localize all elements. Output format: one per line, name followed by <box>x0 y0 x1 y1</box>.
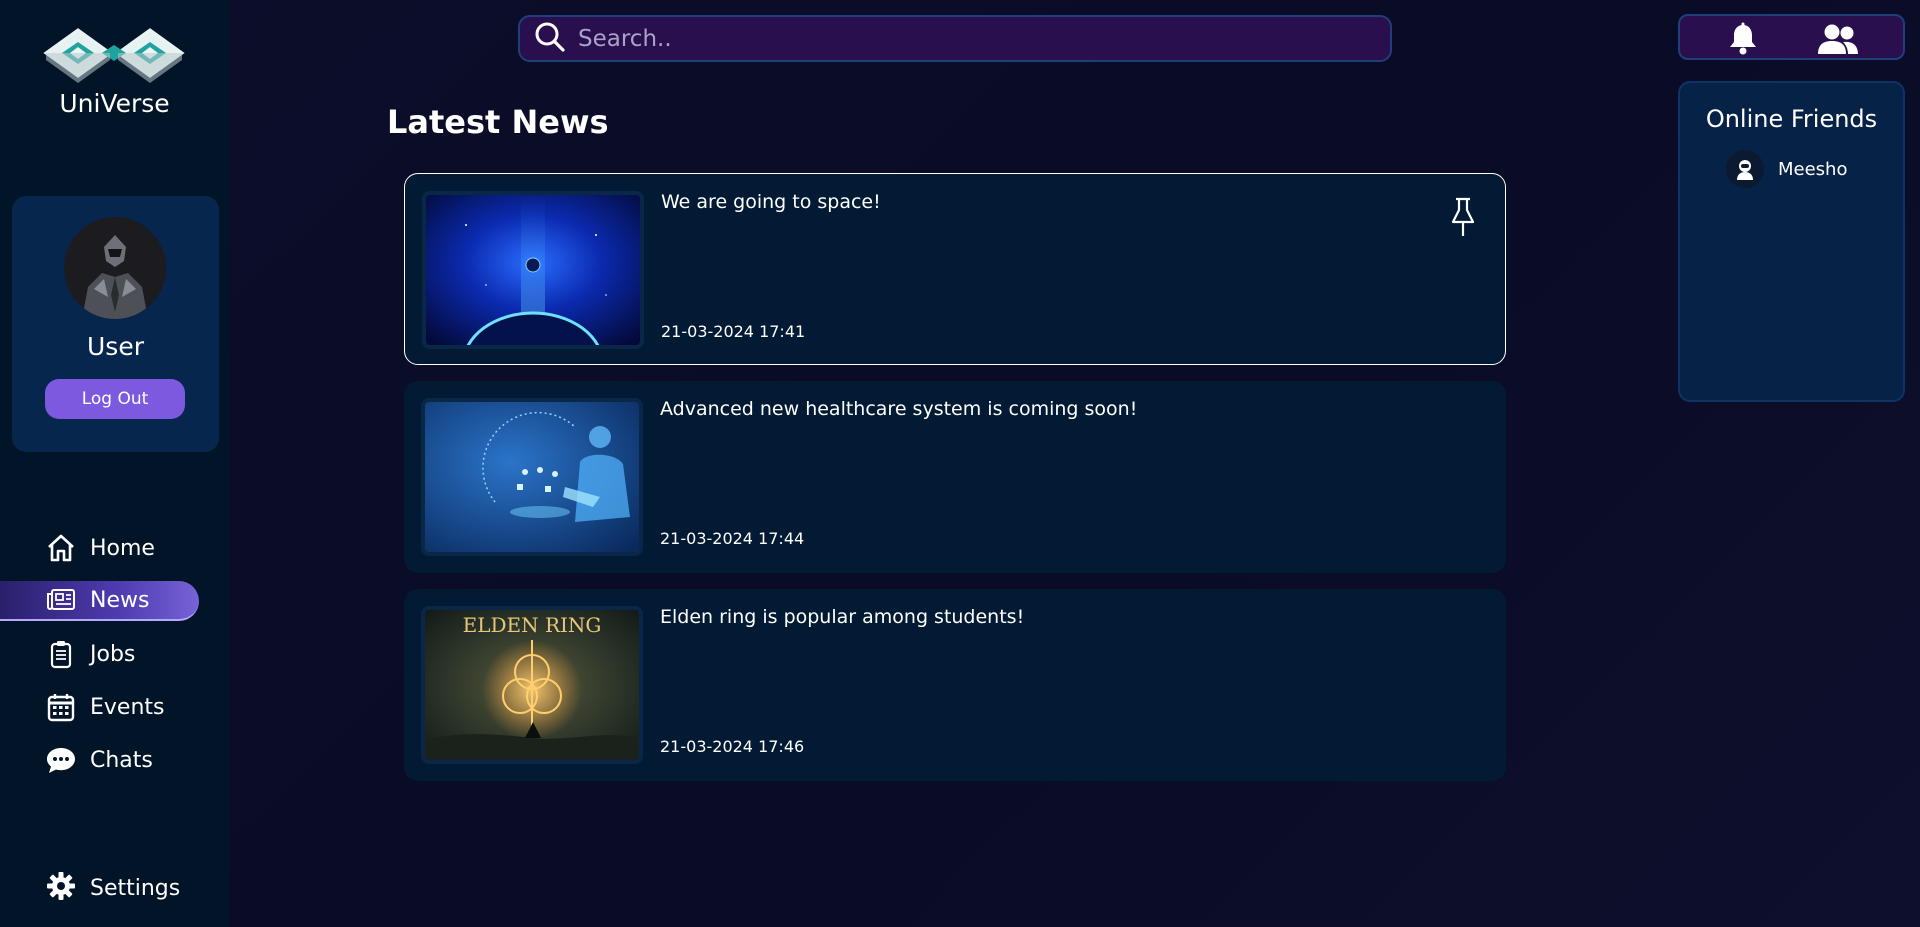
online-friends-title: Online Friends <box>1705 105 1878 133</box>
pin-icon[interactable] <box>1448 196 1478 238</box>
news-title: We are going to space! <box>661 191 881 213</box>
sidebar-item-home[interactable]: Home <box>0 528 229 568</box>
clipboard-icon <box>46 639 76 669</box>
news-title: Elden ring is popular among students! <box>660 606 1025 628</box>
news-image-healthcare <box>421 398 643 556</box>
sidebar-item-label: Jobs <box>90 641 136 667</box>
news-title: Advanced new healthcare system is coming… <box>660 398 1138 420</box>
calendar-icon <box>46 692 76 722</box>
news-date: 21-03-2024 17:46 <box>660 737 805 756</box>
gear-icon <box>46 871 76 905</box>
sidebar-item-jobs[interactable]: Jobs <box>0 634 229 674</box>
news-date: 21-03-2024 17:41 <box>661 322 806 341</box>
profile-name: User <box>87 332 144 361</box>
news-card[interactable]: Advanced new healthcare system is coming… <box>404 381 1506 573</box>
home-icon <box>46 533 76 563</box>
profile-card: User Log Out <box>12 196 219 452</box>
page-title: Latest News <box>387 103 609 141</box>
sidebar-item-label: News <box>90 587 150 613</box>
news-image-text: ELDEN RING <box>463 613 602 637</box>
logout-button[interactable]: Log Out <box>45 379 185 419</box>
universe-logo[interactable] <box>42 22 188 84</box>
header-actions <box>1678 14 1905 60</box>
sidebar: UniVerse User Log Out Home News Jobs Eve… <box>0 0 229 927</box>
news-image-elden-ring: ELDEN RING <box>421 606 643 764</box>
search-icon <box>534 21 566 57</box>
friend-avatar-icon <box>1726 150 1764 188</box>
bell-icon[interactable] <box>1726 22 1760 56</box>
avatar <box>64 217 166 319</box>
sidebar-item-chats[interactable]: Chats <box>0 740 229 780</box>
sidebar-item-label: Events <box>90 694 165 720</box>
friend-item[interactable]: Meesho <box>1726 150 1847 188</box>
settings-label: Settings <box>90 875 181 901</box>
sidebar-item-label: Home <box>90 535 155 561</box>
newspaper-icon <box>46 585 76 615</box>
search-input[interactable] <box>578 25 1378 52</box>
sidebar-item-settings[interactable]: Settings <box>0 868 229 908</box>
online-friends-panel: Online Friends Meesho <box>1678 81 1905 402</box>
sidebar-item-events[interactable]: Events <box>0 687 229 727</box>
friends-icon[interactable] <box>1815 22 1861 56</box>
news-date: 21-03-2024 17:44 <box>660 529 805 548</box>
sidebar-item-label: Chats <box>90 747 153 773</box>
app-name: UniVerse <box>59 89 170 118</box>
chat-bubble-icon <box>46 745 76 775</box>
friend-name: Meesho <box>1778 158 1848 180</box>
sidebar-nav: Home News Jobs Events Chats <box>0 528 229 793</box>
search-bar[interactable] <box>518 15 1392 62</box>
news-image-space <box>422 191 644 349</box>
sidebar-item-news[interactable]: News <box>0 581 199 621</box>
news-card[interactable]: We are going to space! 21-03-2024 17:41 <box>404 173 1506 365</box>
news-card[interactable]: ELDEN RING Elden ring is popular among s… <box>404 589 1506 781</box>
